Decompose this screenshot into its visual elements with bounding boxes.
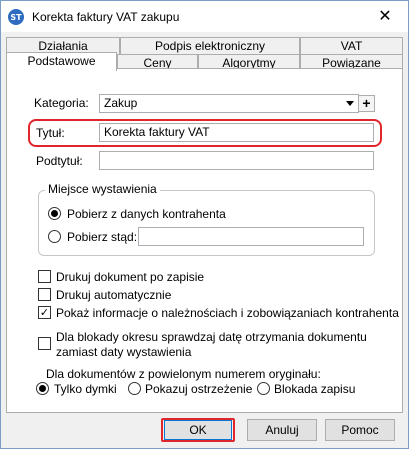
- radio-blokada-zapisu-label: Blokada zapisu: [274, 382, 356, 396]
- radio-tylko-dymki-label: Tylko dymki: [54, 382, 117, 396]
- radio-tylko-dymki[interactable]: [36, 382, 49, 395]
- podtytul-label: Podtytuł:: [36, 154, 83, 168]
- close-icon[interactable]: ✕: [376, 7, 394, 25]
- radio-blokada-zapisu[interactable]: [257, 382, 270, 395]
- radio-pobierz-stad-label: Pobierz stąd:: [67, 230, 138, 244]
- tytul-label: Tytuł:: [36, 126, 65, 140]
- pokaz-informacje-label: Pokaż informacje o należnościach i zobow…: [56, 306, 399, 320]
- chevron-down-icon: [346, 101, 354, 106]
- tab-vat[interactable]: VAT: [300, 37, 403, 54]
- miejsce-wystawienia-title: Miejsce wystawienia: [45, 182, 160, 196]
- kategoria-select[interactable]: Zakup: [99, 94, 359, 113]
- drukuj-po-zapisie-label: Drukuj dokument po zapisie: [56, 270, 205, 284]
- title-bar: ST Korekta faktury VAT zakupu ✕: [1, 1, 408, 32]
- radio-pokazuj-ostrzezenie-label: Pokazuj ostrzeżenie: [145, 382, 253, 396]
- drukuj-automatycznie-checkbox[interactable]: [38, 288, 51, 301]
- blokada-okresu-label-line2: zamiast daty wystawienia: [56, 345, 192, 359]
- check-mark-icon: ✓: [39, 306, 50, 319]
- pobierz-stad-input[interactable]: [138, 227, 364, 246]
- radio-pobierz-z-danych[interactable]: [48, 207, 61, 220]
- podtytul-input[interactable]: [99, 151, 374, 170]
- tab-podpis-elektroniczny[interactable]: Podpis elektroniczny: [120, 37, 300, 54]
- radio-pobierz-stad[interactable]: [48, 230, 61, 243]
- tab-podstawowe[interactable]: Podstawowe: [6, 52, 117, 71]
- app-icon: ST: [8, 9, 24, 25]
- radio-pokazuj-ostrzezenie[interactable]: [128, 382, 141, 395]
- add-kategoria-button[interactable]: +: [358, 95, 375, 112]
- blokada-okresu-checkbox[interactable]: [38, 337, 51, 350]
- tab-label: Podstawowe: [27, 54, 96, 68]
- tab-label: VAT: [340, 39, 363, 53]
- tytul-input[interactable]: Korekta faktury VAT: [99, 123, 374, 142]
- cancel-button[interactable]: Anuluj: [247, 419, 317, 441]
- tab-label: Podpis elektroniczny: [154, 39, 266, 53]
- blokada-okresu-label-line1: Dla blokady okresu sprawdzaj datę otrzym…: [56, 330, 367, 344]
- tytul-value: Korekta faktury VAT: [104, 125, 210, 139]
- radio-pobierz-z-danych-label: Pobierz z danych kontrahenta: [67, 207, 226, 221]
- drukuj-automatycznie-label: Drukuj automatycznie: [56, 288, 172, 302]
- window-title: Korekta faktury VAT zakupu: [32, 10, 180, 24]
- dialog-window: ST Korekta faktury VAT zakupu ✕ Działani…: [0, 0, 409, 449]
- ok-button[interactable]: OK: [164, 420, 232, 440]
- tab-label: Działania: [38, 39, 88, 53]
- kategoria-label: Kategoria:: [34, 96, 89, 110]
- miejsce-wystawienia-group: [38, 190, 375, 256]
- powielony-numer-title: Dla dokumentów z powielonym numerem oryg…: [46, 367, 321, 381]
- drukuj-po-zapisie-checkbox[interactable]: [38, 270, 51, 283]
- kategoria-value: Zakup: [104, 96, 138, 110]
- help-button[interactable]: Pomoc: [325, 419, 395, 441]
- tab-panel-podstawowe: Kategoria: Zakup + Tytuł: Korekta faktur…: [6, 68, 403, 413]
- pokaz-informacje-checkbox[interactable]: ✓: [38, 306, 51, 319]
